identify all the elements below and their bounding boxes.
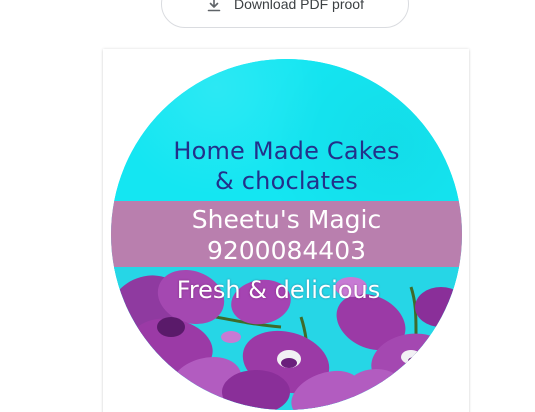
- download-icon: [207, 0, 221, 12]
- download-button-label: Download PDF proof: [234, 0, 364, 12]
- heading-line-1: Home Made Cakes: [173, 137, 400, 165]
- phone-number: 9200084403: [206, 236, 367, 265]
- proof-preview-page: Download PDF proof Home Made Cakes & cho…: [0, 0, 535, 412]
- brand-name: Sheetu's Magic: [191, 205, 382, 234]
- download-pdf-proof-button[interactable]: Download PDF proof: [161, 0, 409, 28]
- tagline: Fresh & delicious: [176, 276, 381, 304]
- sticker-preview-card: Home Made Cakes & choclates Sheetu's Mag…: [103, 49, 469, 412]
- round-sticker-design: Home Made Cakes & choclates Sheetu's Mag…: [111, 59, 462, 410]
- heading-line-2: & choclates: [215, 167, 358, 195]
